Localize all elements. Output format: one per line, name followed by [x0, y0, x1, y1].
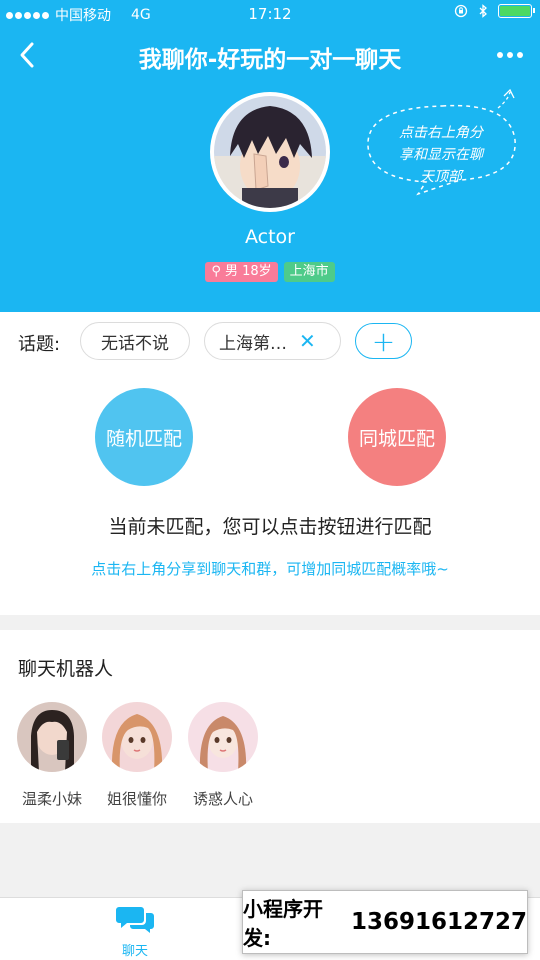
share-hint-text: 点击右上角分 享和显示在聊 天顶部: [376, 122, 506, 188]
random-match-button[interactable]: 随机匹配: [95, 388, 193, 486]
topics-label: 话题:: [18, 334, 61, 355]
topic-chip-label: 无话不说: [101, 333, 169, 354]
robot-item[interactable]: 姐很懂你: [100, 702, 174, 809]
profile-name: Actor: [245, 226, 295, 248]
developer-ad-banner: 小程序开发: 13691612727: [242, 890, 528, 954]
share-tip-text: 点击右上角分享到聊天和群，可增加同城匹配概率哦~: [91, 560, 449, 578]
city-badge: 上海市: [283, 262, 335, 282]
profile-tags: ⚲ 男 18岁 上海市: [0, 262, 540, 282]
robot-name: 温柔小妹: [21, 790, 82, 808]
add-topic-button[interactable]: +: [355, 323, 412, 359]
nav-bar: 我聊你-好玩的一对一聊天: [0, 28, 540, 82]
topic-chip[interactable]: 无话不说: [80, 322, 190, 360]
anime-avatar-image: [214, 96, 326, 208]
topic-chip-label: 上海第…: [219, 333, 287, 354]
tab-chat[interactable]: 聊天: [100, 904, 170, 959]
avatar[interactable]: [210, 92, 330, 212]
topic-chip-selected[interactable]: 上海第… ✕: [204, 322, 341, 360]
share-hint-line3: 天顶部: [420, 169, 462, 185]
share-hint-line1: 点击右上角分: [399, 125, 483, 141]
match-status-text: 当前未匹配，您可以点击按钮进行匹配: [108, 516, 432, 538]
chat-bubbles-icon: [116, 907, 154, 933]
chat-robots-section: 聊天机器人 温柔小妹 姐很懂你 诱惑人心: [0, 630, 540, 823]
battery-icon: [498, 4, 535, 18]
orientation-lock-icon: [454, 4, 468, 18]
topics-bar: 话题: 无话不说 上海第… ✕ +: [0, 312, 540, 370]
robot-item[interactable]: 诱惑人心: [186, 702, 260, 809]
profile-header: 中国移动 4G 17:12 我聊你-好玩的一对一聊天 Actor ⚲ 男 18岁: [0, 0, 540, 312]
match-section: 随机匹配 同城匹配 当前未匹配，您可以点击按钮进行匹配 点击右上角分享到聊天和群…: [0, 370, 540, 615]
page-title: 我聊你-好玩的一对一聊天: [138, 47, 402, 73]
ad-phone: 13691612727: [350, 909, 527, 935]
close-icon[interactable]: ✕: [299, 329, 316, 353]
robot-name: 诱惑人心: [192, 790, 253, 808]
gender-age-text: 男 18岁: [224, 264, 272, 279]
more-menu-icon[interactable]: [492, 40, 528, 70]
avatar: [17, 702, 87, 772]
city-match-button[interactable]: 同城匹配: [348, 388, 446, 486]
section-title: 聊天机器人: [18, 658, 114, 680]
status-bar: 中国移动 4G 17:12: [0, 0, 540, 28]
female-symbol-icon: ⚲: [211, 264, 225, 279]
robot-name: 姐很懂你: [106, 790, 167, 808]
avatar: [188, 702, 258, 772]
gender-age-badge: ⚲ 男 18岁: [205, 262, 278, 282]
ad-label: 小程序开发:: [243, 897, 323, 950]
tab-chat-label: 聊天: [121, 944, 148, 959]
bluetooth-icon: [479, 4, 487, 18]
share-hint-line2: 享和显示在聊: [399, 147, 483, 163]
robot-item[interactable]: 温柔小妹: [15, 702, 89, 809]
avatar: [102, 702, 172, 772]
